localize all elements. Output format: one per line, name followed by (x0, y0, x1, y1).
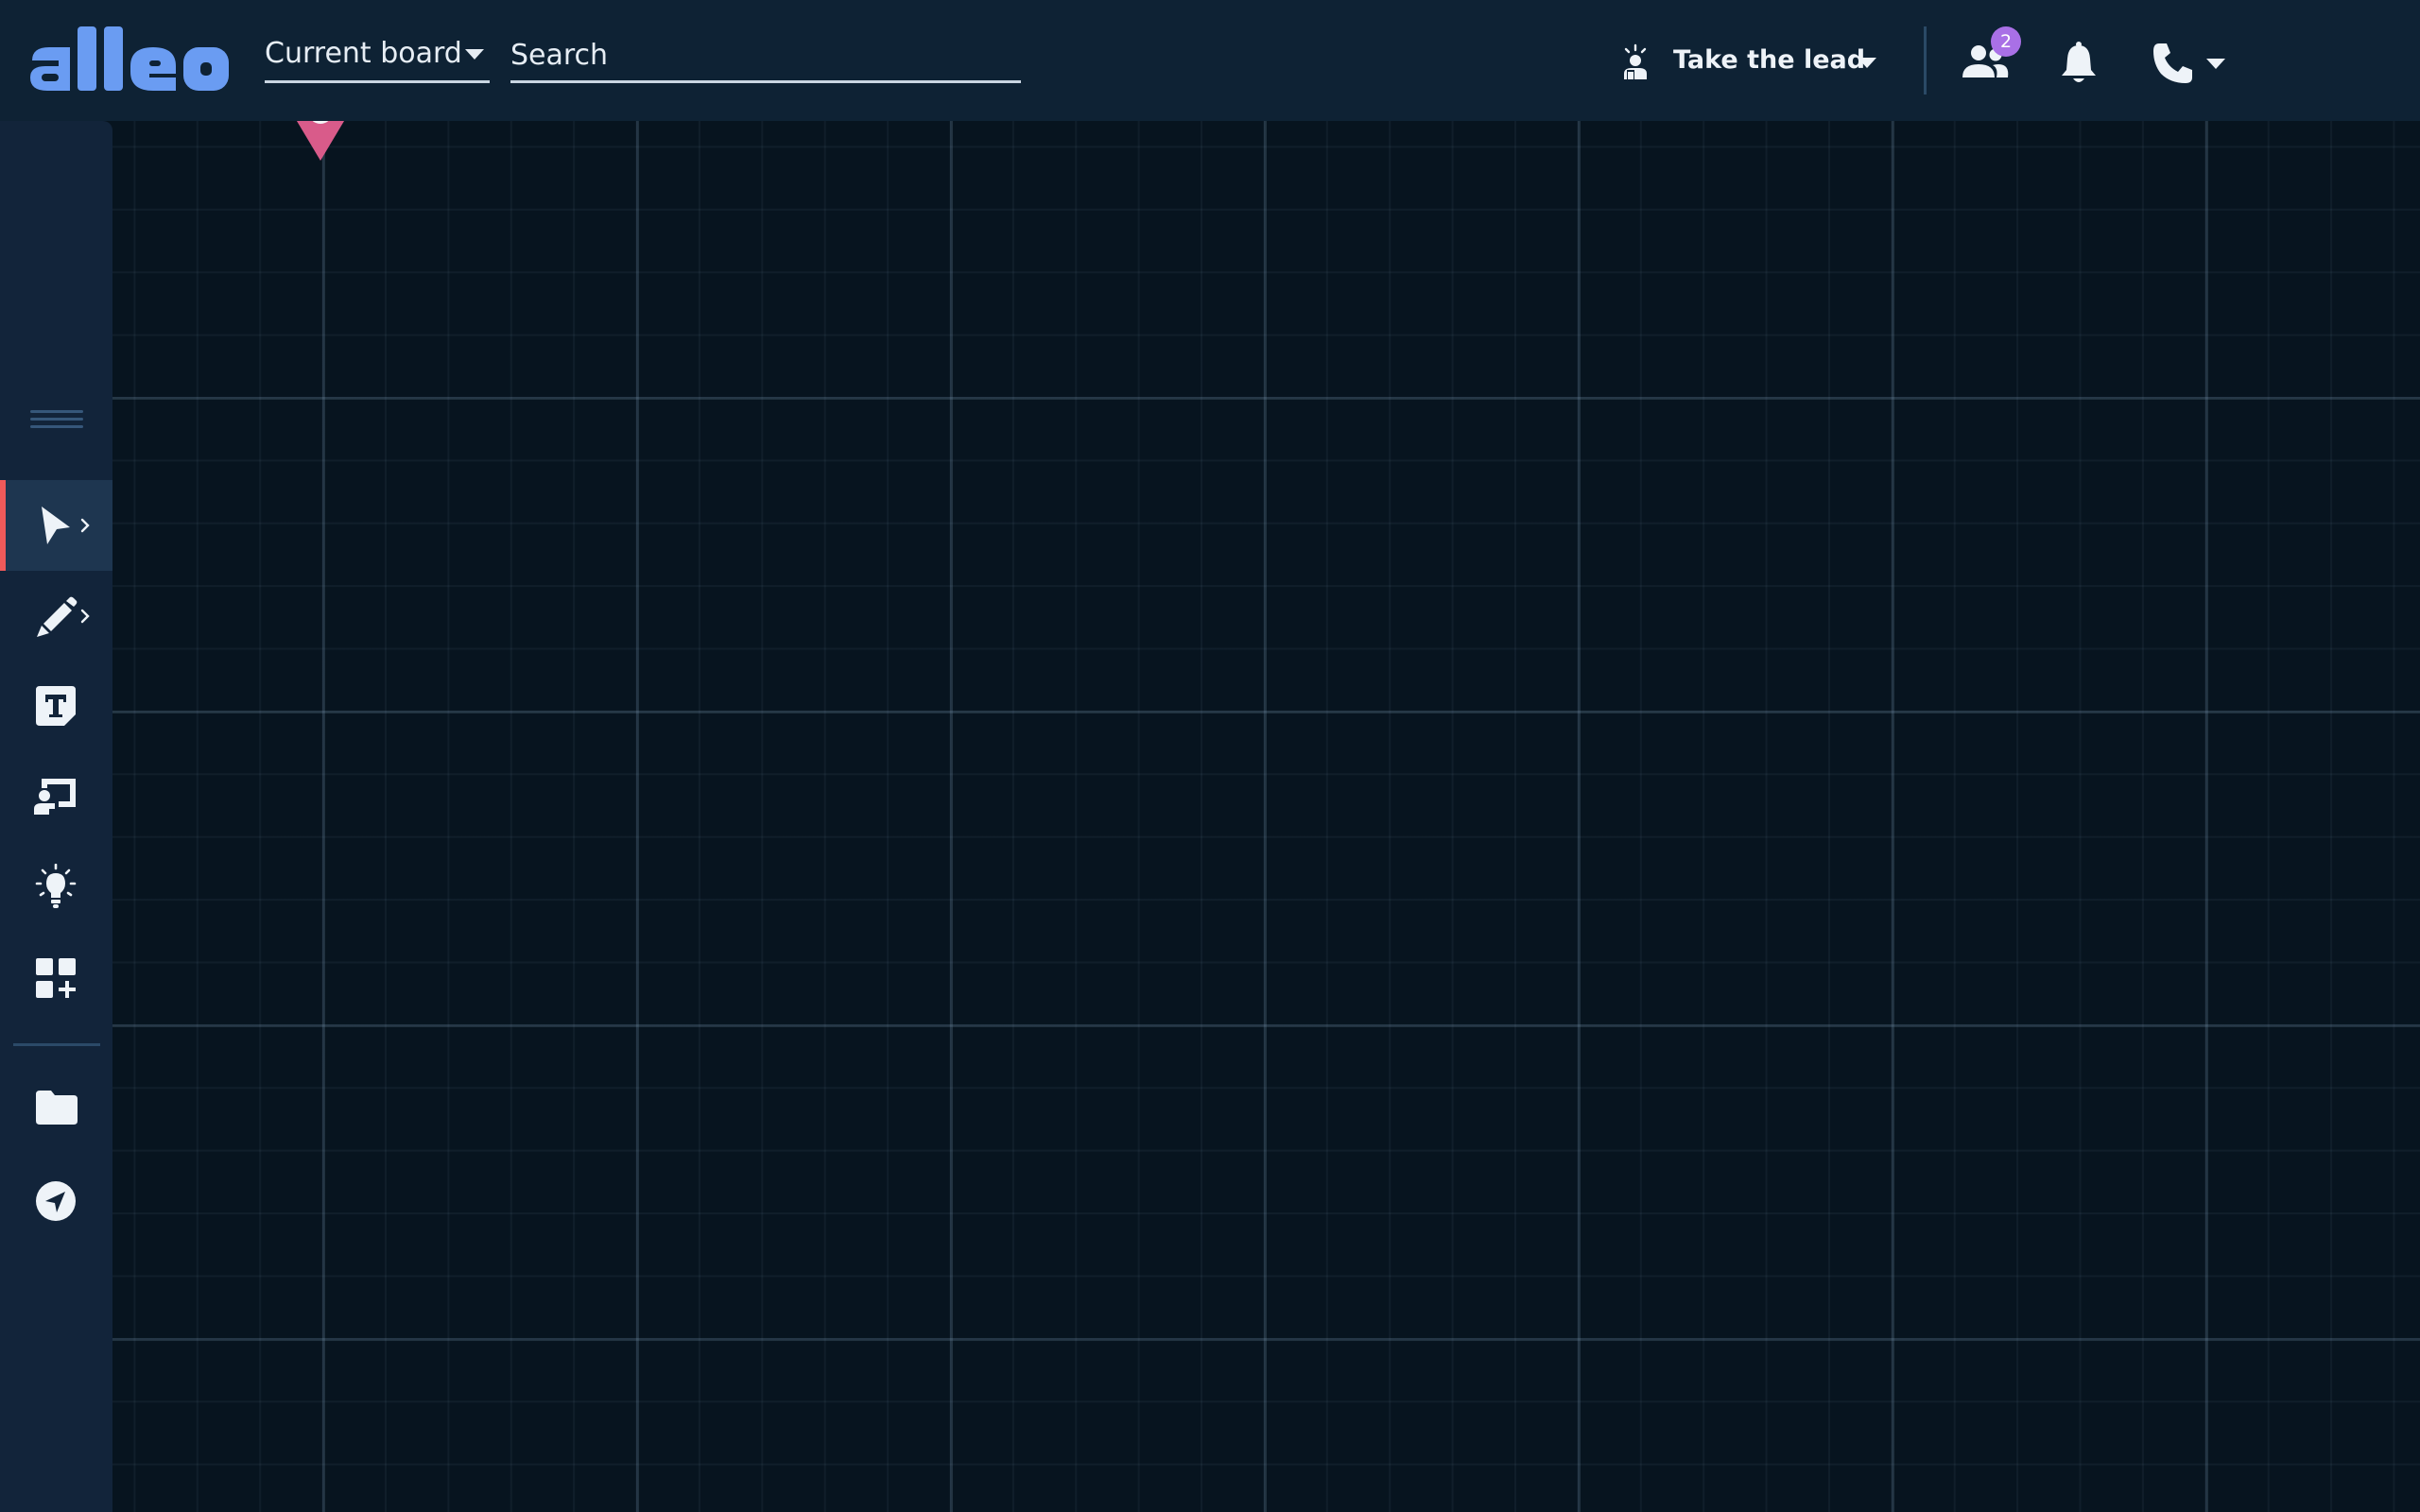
take-the-lead-icon (1624, 43, 1647, 79)
board-select[interactable]: Current board (265, 30, 490, 83)
chevron-right-icon (80, 609, 90, 624)
add-widget-icon (36, 958, 76, 998)
sidebar-divider (13, 1043, 100, 1046)
tool-draw[interactable] (0, 571, 112, 662)
header-divider (1924, 26, 1927, 94)
tool-ideas[interactable] (0, 841, 112, 932)
take-the-lead-button[interactable]: Take the lead (1607, 34, 1891, 87)
alleo-logo[interactable] (28, 21, 231, 98)
tool-text[interactable] (0, 662, 112, 752)
pencil-icon (37, 596, 78, 637)
tool-navigate[interactable] (0, 1155, 112, 1246)
folder-icon (36, 1091, 78, 1125)
tool-files[interactable] (0, 1062, 112, 1153)
phone-icon (2153, 43, 2192, 83)
tool-presenter[interactable] (0, 752, 112, 843)
notifications-button[interactable] (2057, 42, 2100, 87)
take-the-lead-label: Take the lead (1673, 45, 1866, 75)
navigation-icon (36, 1181, 76, 1221)
bell-icon (2062, 42, 2096, 82)
call-button[interactable] (2152, 42, 2237, 87)
cursor-icon (42, 507, 70, 544)
caret-down-icon (465, 49, 484, 60)
search-input[interactable] (510, 30, 1021, 83)
tool-sidebar (0, 121, 112, 1512)
board-canvas[interactable] (0, 0, 2420, 1512)
participants-count-badge: 2 (1991, 26, 2021, 57)
caret-down-icon (2206, 59, 2225, 69)
caret-down-icon (1858, 58, 1876, 68)
drag-handle-icon[interactable] (30, 408, 83, 431)
text-icon (36, 686, 76, 726)
tool-add-widget[interactable] (0, 934, 112, 1024)
tool-select[interactable] (0, 480, 112, 571)
board-select-label: Current board (265, 37, 462, 70)
top-bar: Current board Take the lead (0, 0, 2420, 121)
app-root: Current board Take the lead (0, 0, 2420, 1512)
lightbulb-icon (35, 864, 77, 908)
presenter-icon (34, 779, 76, 815)
chevron-right-icon (80, 518, 90, 533)
